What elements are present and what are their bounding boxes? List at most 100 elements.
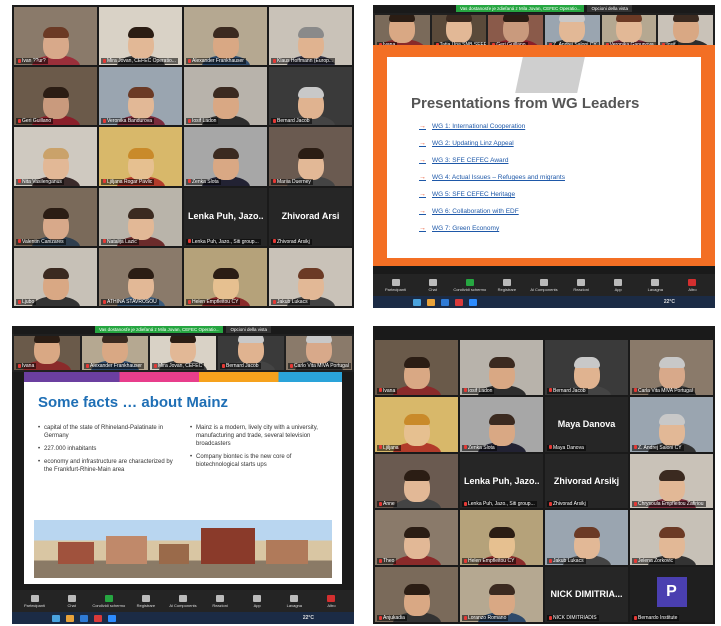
wg-link[interactable]: → WG 7: Green Economy xyxy=(419,225,565,232)
participant-tile[interactable]: Ljubo xyxy=(14,247,97,306)
toolbar-button-ai-components[interactable]: Ai Components xyxy=(525,278,562,292)
participant-tile[interactable]: Natalija Lazic xyxy=(99,187,182,246)
participant-tile[interactable]: Ivan ??ur? xyxy=(14,7,97,66)
participant-tile[interactable]: Alexander Frankhauser xyxy=(184,7,267,66)
participant-tile[interactable]: Lenka Puh, Jazo... Lenka Puh, Jazo., Siti… xyxy=(460,453,543,509)
participant-display-name: Maya Danova xyxy=(557,418,616,429)
participant-tile[interactable]: Lenka Puh, Jazo... Lenka Puh, Jazo., Siti… xyxy=(184,187,267,246)
participant-tile[interactable]: Iosif Ladon xyxy=(184,67,267,126)
participant-tile[interactable]: Anjukadia xyxy=(375,567,458,622)
wg-link-label: WG 4: Actual Issues – Refugees and migra… xyxy=(432,174,565,181)
participant-tile[interactable]: Ivana xyxy=(375,340,458,395)
toolbar-button-lavagna[interactable]: Lavagna xyxy=(276,594,313,608)
participant-tile[interactable]: Chrysoula Empfleitou Zafiriou xyxy=(630,453,713,509)
participant-tile[interactable]: Jakub Lukacs xyxy=(545,510,628,566)
participant-tile[interactable]: Ivana xyxy=(14,336,80,370)
toolbar-button-ai-components[interactable]: Ai Components xyxy=(164,594,201,608)
participant-tile[interactable]: Mira Jovan, CEFEC xyxy=(150,336,216,370)
wg-link[interactable]: → WG 5: SFE CEFEC Heritage xyxy=(419,191,565,198)
participant-tile[interactable]: Klaus Hoffmann (Europ... xyxy=(269,7,352,66)
participant-tile[interactable]: Mira Jovan, CEFEC Operatio... xyxy=(99,7,182,66)
participant-name: Anne xyxy=(383,501,395,508)
toolbar-button-condividi-schermo[interactable]: Condividi schermo xyxy=(451,278,488,292)
participant-tile[interactable]: Ljiljana xyxy=(375,396,458,452)
participant-tile[interactable]: Zhivorad Arsi Zhivorad Arsikj xyxy=(269,187,352,246)
participant-display-name: NICK DIMITRIA... xyxy=(550,589,623,600)
participant-tile[interactable]: Ljiljana Rogar Pavlic xyxy=(99,127,182,186)
participant-tile[interactable]: Alexander Frankhauser xyxy=(82,336,148,370)
participant-tile[interactable]: Iosif xyxy=(658,15,714,49)
muted-mic-icon xyxy=(18,299,21,304)
participant-display-name: Lenka Puh, Jazo... xyxy=(188,210,263,221)
participant-name: Zenka Slota xyxy=(192,178,219,185)
toolbar-button-app[interactable]: App xyxy=(600,278,637,292)
participant-tile[interactable]: Z. Andrej Saloni CY xyxy=(545,15,600,49)
muted-mic-icon xyxy=(103,119,106,124)
toolbar-button-chat[interactable]: Chat xyxy=(414,278,451,292)
toolbar-button-registrare[interactable]: Registrare xyxy=(127,594,164,608)
participant-tile[interactable]: P Bernardo Institute xyxy=(630,567,713,622)
participant-tile[interactable]: Nita Vasilenganus xyxy=(14,127,97,186)
slide-content: Presentations from WG Leaders → WG 1: Int… xyxy=(387,57,701,258)
participant-tile[interactable]: Theo xyxy=(375,510,458,566)
participant-tile[interactable]: Helen Empfleitou CY xyxy=(184,247,267,306)
participant-tile[interactable]: Carlo Vita MIVA Portugal xyxy=(286,336,352,370)
participant-tile[interactable]: Geri Guillano xyxy=(14,67,97,126)
person-head xyxy=(573,356,600,389)
toolbar-button-reazioni[interactable]: Reazioni xyxy=(563,278,600,292)
wg-link[interactable]: → WG 1: International Cooperation xyxy=(419,123,565,130)
participant-tile[interactable]: Helen Empfleitou CY xyxy=(460,510,543,566)
toolbar-button-chat[interactable]: Chat xyxy=(53,594,90,608)
participant-tile[interactable]: Jelena Zorkovic xyxy=(630,510,713,566)
participant-tile[interactable]: NICK DIMITRIA... NICK DIMITRIADIS xyxy=(545,567,628,622)
wg-link[interactable]: → WG 4: Actual Issues – Refugees and migr… xyxy=(419,174,565,181)
participant-tile[interactable]: Bernard Jacob xyxy=(269,67,352,126)
person-hair xyxy=(297,147,324,159)
participant-tile[interactable]: ATHINA STAVROSOU xyxy=(99,247,182,306)
person-head xyxy=(127,27,154,60)
person-head xyxy=(306,336,332,364)
participant-name: Ljiljana Rogar Pavlic xyxy=(107,178,153,185)
participant-tile[interactable]: Valentin Canizares xyxy=(14,187,97,246)
participant-tile[interactable]: Ivana xyxy=(375,15,430,49)
participant-name: Klaus Hoffmann (Europ... xyxy=(277,58,334,65)
participant-tile[interactable]: Geri Guillano xyxy=(488,15,544,49)
participant-name-label: Alexander Frankhauser xyxy=(186,58,246,65)
participant-tile[interactable]: Zhivorad Arsikj Zhivorad Arsikj xyxy=(545,453,628,509)
toolbar-button-altro[interactable]: Altro xyxy=(674,278,711,292)
toolbar-button-condividi-schermo[interactable]: Condividi schermo xyxy=(90,594,127,608)
view-options-button[interactable]: Opcioni della vista xyxy=(587,5,633,12)
participant-tile[interactable]: Bernard Jacob xyxy=(218,336,284,370)
wg-link[interactable]: → WG 6: Collaboration with EDF xyxy=(419,208,565,215)
participant-tile[interactable]: Zenka Slota xyxy=(460,396,543,452)
toolbar-button-registrare[interactable]: Registrare xyxy=(488,278,525,292)
participant-name-label: Mira Jovan, CEFEC Operatio... xyxy=(101,58,178,65)
participant-name: Helen Empfleitou CY xyxy=(192,299,239,305)
participant-tile[interactable]: Bernard Jacob xyxy=(545,340,628,395)
participant-tile[interactable]: Veronika Bandurova xyxy=(99,67,182,126)
toolbar-button-app[interactable]: App xyxy=(239,594,276,608)
participant-tile[interactable]: Maya Danova Maya Danova xyxy=(545,396,628,452)
participant-name-label: Alexander Frankhauser xyxy=(84,363,144,369)
toolbar-icon xyxy=(253,594,262,602)
participant-tile[interactable]: Zenka Slota xyxy=(184,127,267,186)
participant-tile[interactable]: Jakub Lukacs xyxy=(269,247,352,306)
participant-name: Bernard Jacob xyxy=(226,363,259,369)
participant-tile[interactable]: Veronika Ganunova xyxy=(601,15,657,49)
toolbar-label: Reazioni xyxy=(573,286,589,292)
toolbar-button-partecipanti[interactable]: Partecipanti xyxy=(16,594,53,608)
toolbar-button-partecipanti[interactable]: Partecipanti xyxy=(377,278,414,292)
participant-tile[interactable]: Iosif Ladon xyxy=(460,340,543,395)
participant-tile[interactable]: Tatia Una SNB SEFEN xyxy=(431,15,487,49)
participant-tile[interactable]: Carla Vita MIVA Portugal xyxy=(630,340,713,395)
participant-tile[interactable]: Z. Andrej Saloni CY xyxy=(630,396,713,452)
participant-tile[interactable]: Loranzo Romano xyxy=(460,567,543,622)
participant-tile[interactable]: Mariia Duerney xyxy=(269,127,352,186)
wg-link[interactable]: → WG 3: SFE CEFEC Award xyxy=(419,157,565,164)
toolbar-button-altro[interactable]: Altro xyxy=(313,594,350,608)
toolbar-button-lavagna[interactable]: Lavagna xyxy=(637,278,674,292)
wg-link[interactable]: → WG 2: Updating Linz Appeal xyxy=(419,140,565,147)
participant-tile[interactable]: Anne xyxy=(375,453,458,509)
view-options-button[interactable]: Opcioni della vista xyxy=(226,326,272,333)
toolbar-button-reazioni[interactable]: Reazioni xyxy=(202,594,239,608)
